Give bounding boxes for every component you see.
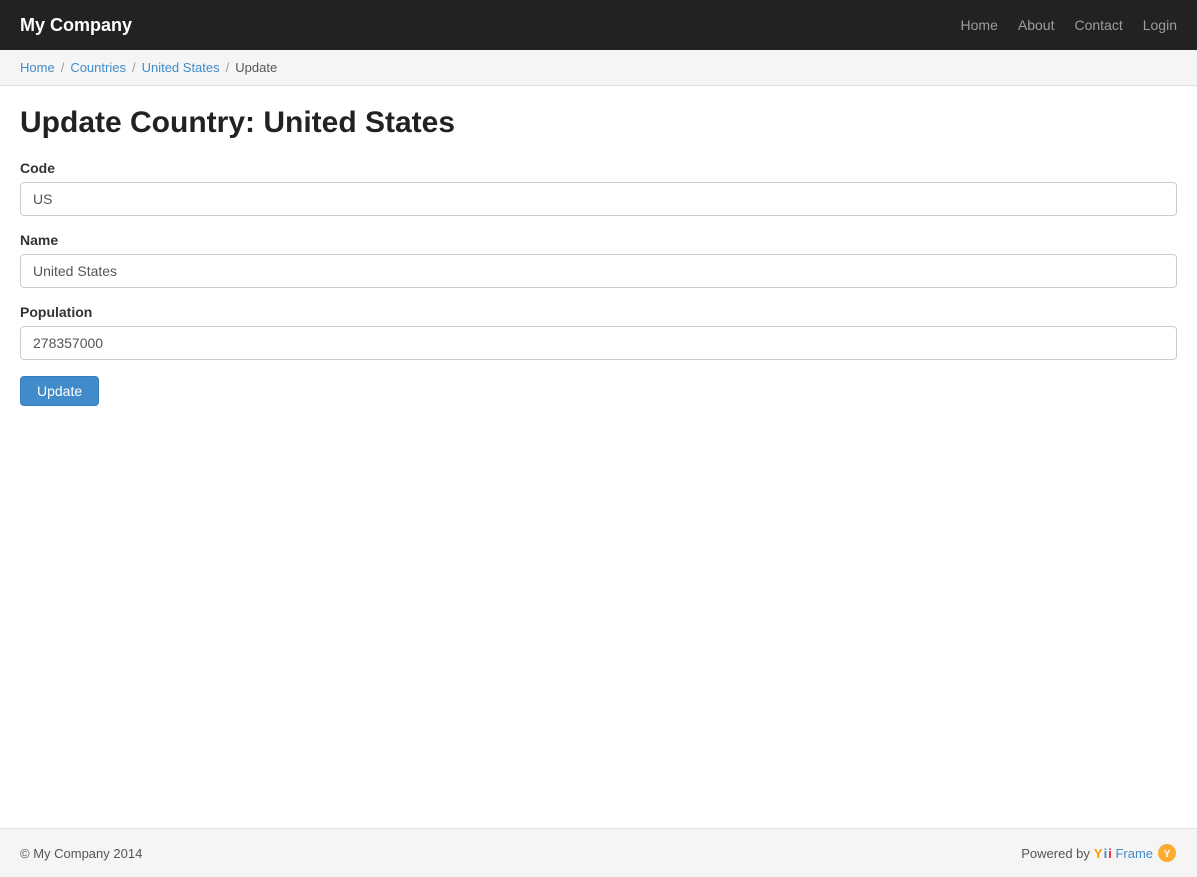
- page-title: Update Country: United States: [20, 106, 1177, 140]
- yii-frame-text: Frame: [1115, 846, 1153, 861]
- main-content: Update Country: United States Code Name …: [0, 86, 1197, 828]
- population-label: Population: [20, 304, 1177, 320]
- breadcrumb-item-united-states: United States: [142, 60, 220, 75]
- nav-item-contact: Contact: [1074, 17, 1122, 33]
- yii-logo-i2: i: [1108, 846, 1112, 861]
- yii-logo-i1: i: [1104, 846, 1108, 861]
- code-input[interactable]: [20, 182, 1177, 216]
- navbar-nav: Home About Contact Login: [961, 17, 1177, 33]
- breadcrumb-link-countries[interactable]: Countries: [70, 60, 126, 75]
- breadcrumb-item-countries: Countries: [70, 60, 126, 75]
- breadcrumb: Home / Countries / United States / Updat…: [20, 60, 1177, 75]
- population-input[interactable]: [20, 326, 1177, 360]
- navbar-brand[interactable]: My Company: [20, 15, 132, 36]
- nav-item-about: About: [1018, 17, 1055, 33]
- nav-link-home[interactable]: Home: [961, 17, 998, 33]
- breadcrumb-link-united-states[interactable]: United States: [142, 60, 220, 75]
- nav-link-contact[interactable]: Contact: [1074, 17, 1122, 33]
- name-field-group: Name: [20, 232, 1177, 288]
- yii-icon: Y: [1157, 843, 1177, 863]
- footer-copyright: © My Company 2014: [20, 846, 142, 861]
- name-input[interactable]: [20, 254, 1177, 288]
- breadcrumb-separator-3: /: [226, 60, 230, 75]
- navbar: My Company Home About Contact Login: [0, 0, 1197, 50]
- name-label: Name: [20, 232, 1177, 248]
- breadcrumb-separator-2: /: [132, 60, 136, 75]
- footer: © My Company 2014 Powered by Yii Frame Y: [0, 828, 1197, 877]
- yii-logo-y: Y: [1094, 846, 1103, 861]
- nav-item-home: Home: [961, 17, 998, 33]
- nav-item-login: Login: [1143, 17, 1177, 33]
- footer-powered: Powered by Yii Frame Y: [1021, 843, 1177, 863]
- code-label: Code: [20, 160, 1177, 176]
- update-button[interactable]: Update: [20, 376, 99, 406]
- nav-link-about[interactable]: About: [1018, 17, 1055, 33]
- breadcrumb-item-home: Home: [20, 60, 55, 75]
- breadcrumb-active-label: Update: [235, 60, 277, 75]
- nav-link-login[interactable]: Login: [1143, 17, 1177, 33]
- population-field-group: Population: [20, 304, 1177, 360]
- breadcrumb-link-home[interactable]: Home: [20, 60, 55, 75]
- breadcrumb-separator-1: /: [61, 60, 65, 75]
- update-country-form: Code Name Population Update: [20, 160, 1177, 406]
- breadcrumb-bar: Home / Countries / United States / Updat…: [0, 50, 1197, 86]
- breadcrumb-item-update: Update: [235, 60, 277, 75]
- yii-link[interactable]: Yii Frame: [1094, 846, 1153, 861]
- footer-powered-text: Powered by: [1021, 846, 1090, 861]
- code-field-group: Code: [20, 160, 1177, 216]
- yii-logo: Yii: [1094, 846, 1112, 861]
- svg-text:Y: Y: [1164, 849, 1171, 860]
